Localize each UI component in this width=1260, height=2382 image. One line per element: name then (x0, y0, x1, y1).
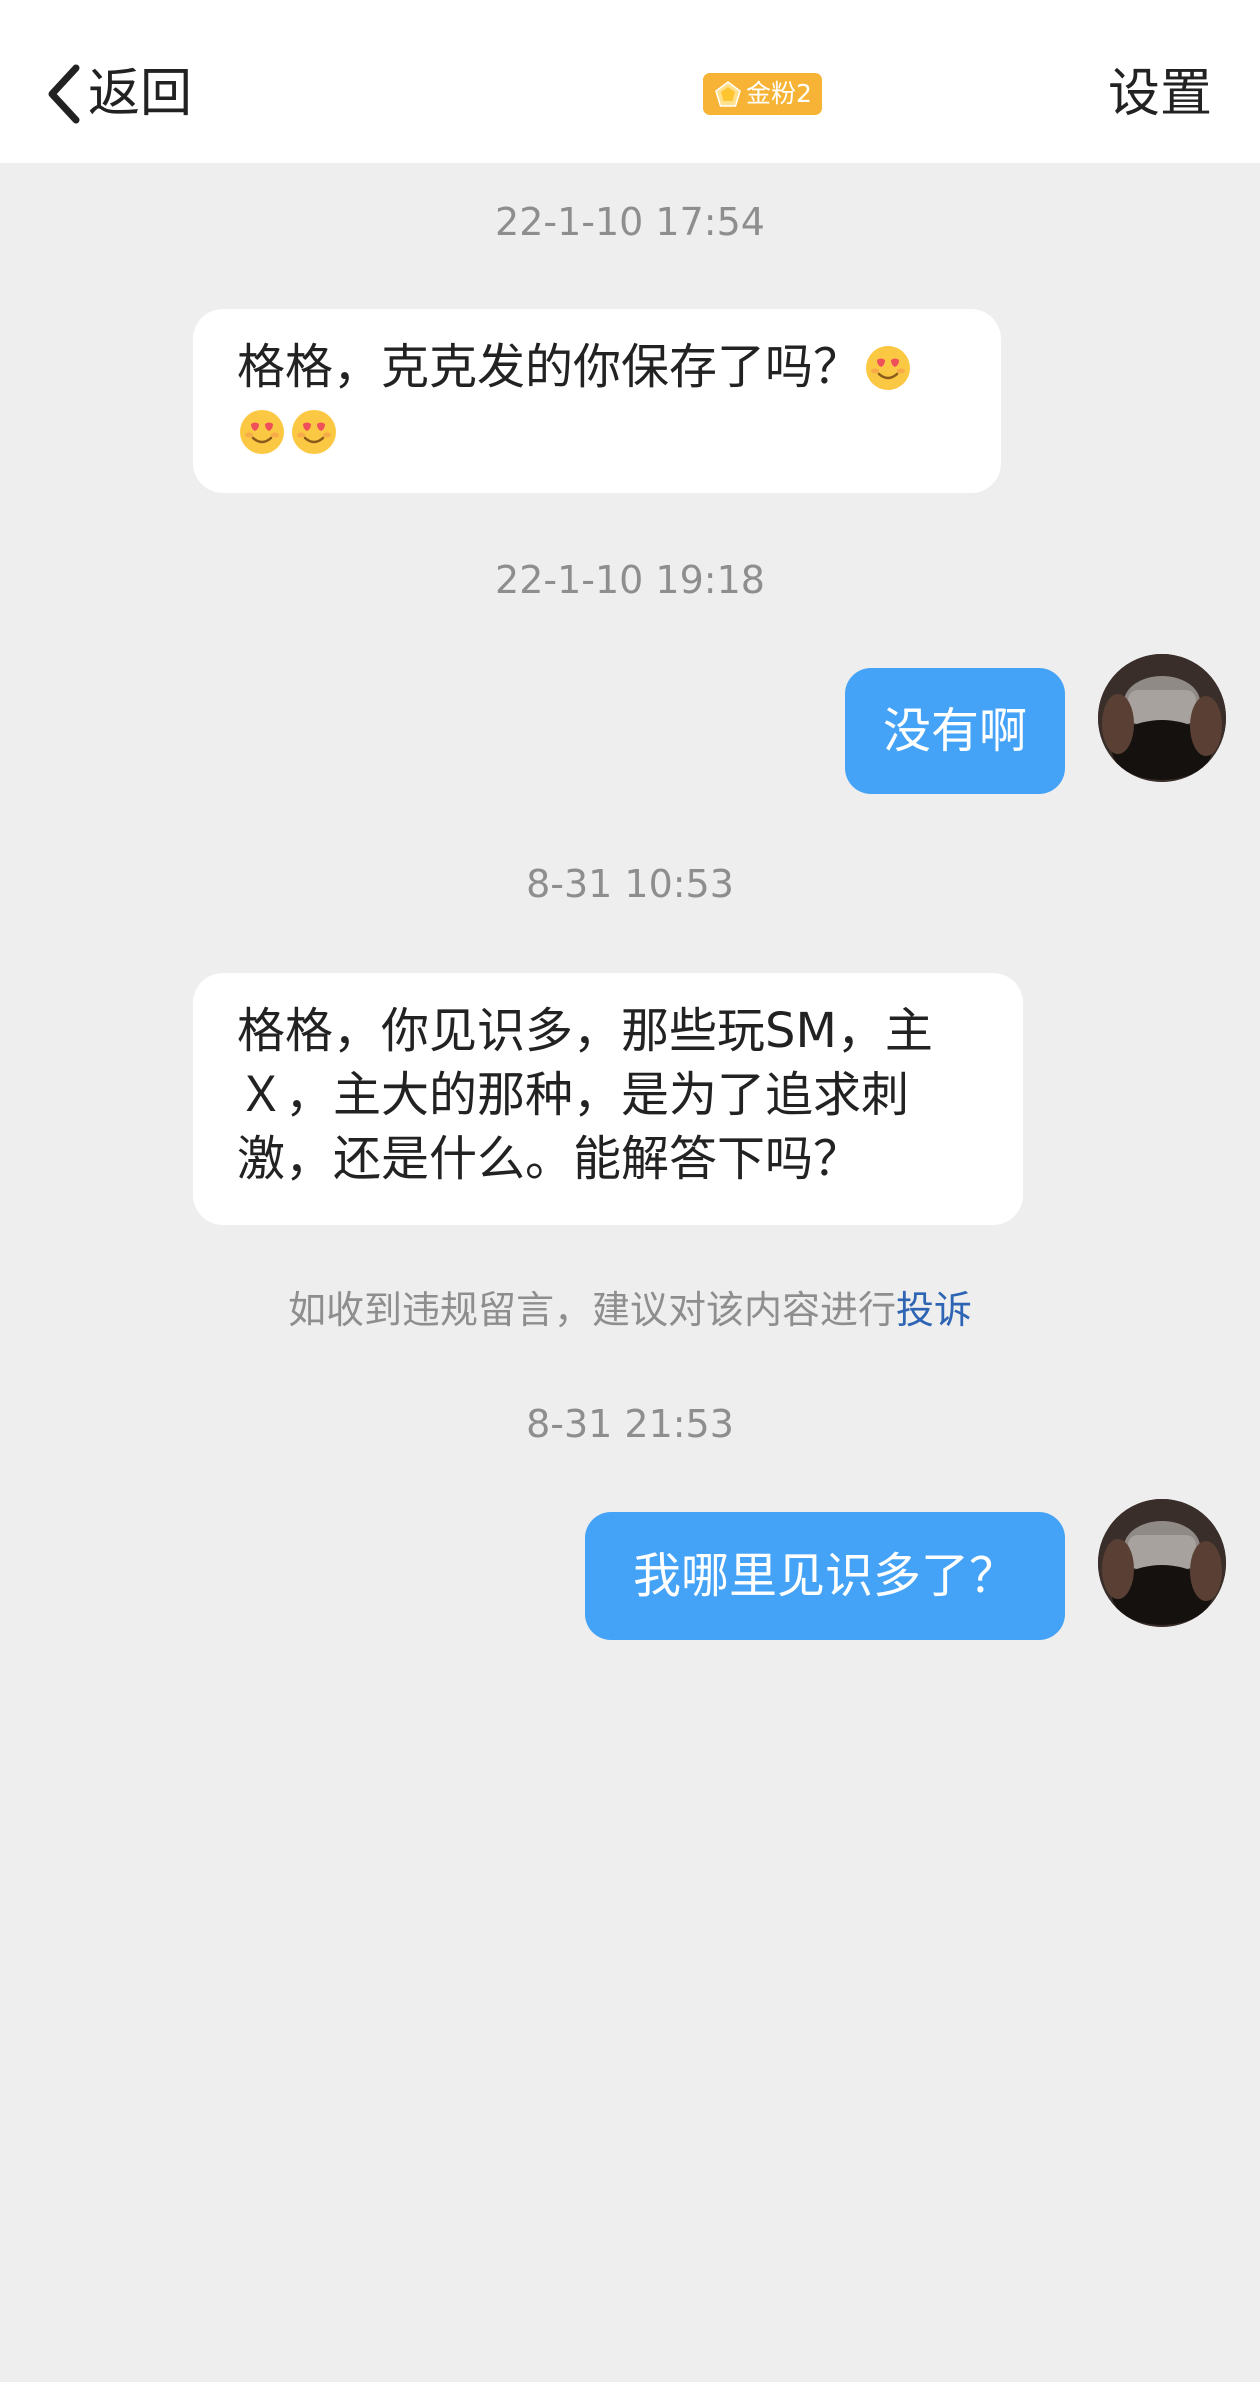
report-notice: 如收到违规留言，建议对该内容进行投诉 (0, 1285, 1260, 1335)
header-bar: 返回 金粉2 设置 (0, 0, 1260, 163)
user-avatar-image (1098, 654, 1226, 782)
user-avatar-image (1098, 1499, 1226, 1627)
sent-message-bubble[interactable]: 没有啊 (845, 668, 1065, 794)
message-text-line: Ｘ，主大的那种，是为了追求刺 (237, 1067, 910, 1123)
message-text: 没有啊 (882, 703, 1027, 759)
sent-message-bubble[interactable]: 我哪里见识多了？ (585, 1512, 1065, 1640)
received-message-bubble[interactable]: 格格，克克发的你保存了吗？ (193, 309, 1001, 493)
back-button[interactable]: 返回 (44, 60, 192, 128)
message-text: 格格，克克发的你保存了吗？ (237, 339, 862, 395)
smiling-face-heart-eyes-icon (240, 410, 284, 454)
smiling-face-heart-eyes-icon (866, 346, 911, 390)
message-list[interactable]: 22-1-10 17:54 格格，克克发的你保存了吗？ 22-1-10 19:1… (0, 163, 1260, 2382)
pentagon-gem-icon (715, 81, 741, 107)
chevron-left-icon (48, 64, 80, 124)
smiling-face-heart-eyes-icon (292, 410, 336, 454)
message-text: 我哪里见识多了？ (632, 1548, 1017, 1604)
message-timestamp: 22-1-10 19:18 (495, 558, 765, 602)
avatar[interactable] (1098, 1499, 1226, 1627)
received-message-bubble[interactable]: 格格，你见识多，那些玩SM，主 Ｘ，主大的那种，是为了追求刺 激，还是什么。能解… (193, 973, 1023, 1225)
chat-screen: 返回 金粉2 设置 22-1-10 17:54 格格，克克发的你保存了吗？ 22… (0, 0, 1260, 2382)
notice-text: 如收到违规留言，建议对该内容进行 (287, 1288, 896, 1332)
back-label: 返回 (88, 64, 193, 124)
message-timestamp: 8-31 21:53 (526, 1402, 734, 1446)
message-text-line: 激，还是什么。能解答下吗？ (237, 1131, 862, 1187)
report-link[interactable]: 投诉 (896, 1288, 972, 1332)
fan-level-badge[interactable]: 金粉2 (703, 73, 822, 115)
message-timestamp: 22-1-10 17:54 (495, 200, 765, 244)
message-timestamp: 8-31 10:53 (526, 862, 734, 906)
avatar[interactable] (1098, 654, 1226, 782)
badge-label: 金粉2 (746, 79, 812, 108)
settings-button[interactable]: 设置 (1108, 60, 1212, 128)
message-text-line: 格格，你见识多，那些玩SM，主 (237, 1003, 933, 1059)
